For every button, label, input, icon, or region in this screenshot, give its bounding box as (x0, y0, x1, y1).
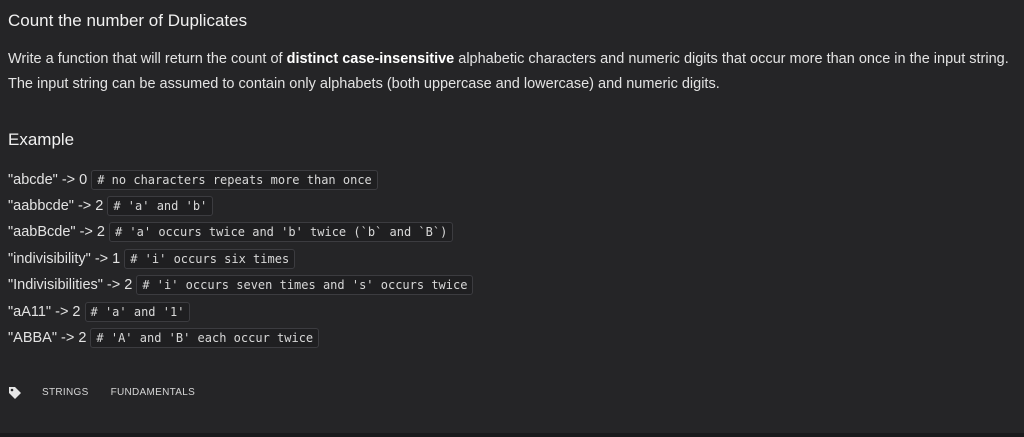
example-text: "Indivisibilities" -> 2 (8, 277, 133, 293)
example-line: "aabbcde" -> 2 # 'a' and 'b' (8, 196, 214, 216)
example-text: "indivisibility" -> 1 (8, 251, 121, 267)
example-code: # 'i' occurs seven times and 's' occurs … (136, 275, 474, 295)
example-line: "ABBA" -> 2 # 'A' and 'B' each occur twi… (8, 328, 320, 348)
example-text: "aabbcde" -> 2 (8, 198, 104, 214)
example-line: "aA11" -> 2 # 'a' and '1' (8, 302, 191, 322)
example-code: # 'a' and 'b' (107, 196, 214, 216)
description-part1: Write a function that will return the co… (8, 51, 287, 67)
tag-fundamentals[interactable]: FUNDAMENTALS (103, 383, 204, 403)
example-code: # 'a' and '1' (84, 302, 191, 322)
kata-title: Count the number of Duplicates (8, 11, 248, 30)
bottom-divider (0, 433, 1024, 437)
example-line: "Indivisibilities" -> 2 # 'i' occurs sev… (8, 275, 474, 295)
kata-description-text: Write a function that will return the co… (8, 47, 1016, 97)
example-line: "abcde" -> 0 # no characters repeats mor… (8, 170, 378, 190)
example-text: "ABBA" -> 2 (8, 330, 87, 346)
example-text: "aA11" -> 2 (8, 304, 81, 320)
tag-icon (8, 386, 22, 400)
example-text: "aabBcde" -> 2 (8, 224, 105, 240)
example-code: # 'A' and 'B' each occur twice (90, 328, 320, 348)
example-heading: Example (8, 130, 75, 149)
example-text: "abcde" -> 0 (8, 172, 88, 188)
example-code: # no characters repeats more than once (91, 170, 378, 190)
example-line: "aabBcde" -> 2 # 'a' occurs twice and 'b… (8, 222, 454, 242)
example-code: # 'a' occurs twice and 'b' twice (`b` an… (108, 222, 454, 242)
example-code: # 'i' occurs six times (124, 249, 296, 269)
tag-list: STRINGS FUNDAMENTALS (8, 383, 209, 403)
tag-strings[interactable]: STRINGS (34, 383, 97, 403)
description-bold: distinct case-insensitive (286, 51, 455, 67)
example-line: "indivisibility" -> 1 # 'i' occurs six t… (8, 249, 296, 269)
